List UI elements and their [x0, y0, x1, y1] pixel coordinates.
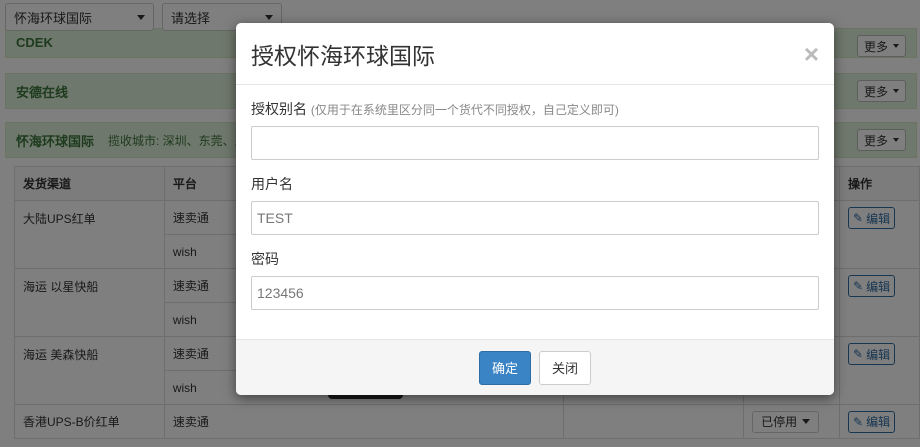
alias-input[interactable] — [251, 126, 819, 160]
alias-hint: (仅用于在系统里区分同一个货代不同授权，自己定义即可) — [310, 103, 619, 117]
confirm-button[interactable]: 确定 — [478, 350, 531, 385]
modal-header: 授权怀海环球国际 × — [236, 23, 834, 85]
close-button[interactable]: 关闭 — [539, 350, 592, 385]
alias-label-text: 授权别名 — [251, 101, 307, 117]
modal-footer: 确定 关闭 — [236, 339, 834, 395]
close-icon[interactable]: × — [804, 41, 819, 67]
alias-group: 授权别名 (仅用于在系统里区分同一个货代不同授权，自己定义即可) — [251, 99, 819, 160]
password-group: 密码 123456 — [251, 249, 819, 310]
modal-title: 授权怀海环球国际 — [251, 42, 435, 69]
username-group: 用户名 TEST — [251, 174, 819, 235]
password-label: 密码 — [251, 251, 279, 267]
username-label: 用户名 — [251, 176, 293, 192]
password-input[interactable]: 123456 — [251, 276, 819, 310]
username-input[interactable]: TEST — [251, 201, 819, 235]
authorize-modal: 授权怀海环球国际 × 授权别名 (仅用于在系统里区分同一个货代不同授权，自己定义… — [236, 23, 834, 395]
alias-label: 授权别名 (仅用于在系统里区分同一个货代不同授权，自己定义即可) — [251, 99, 819, 119]
modal-body: 授权别名 (仅用于在系统里区分同一个货代不同授权，自己定义即可) 用户名 TES… — [236, 85, 834, 340]
